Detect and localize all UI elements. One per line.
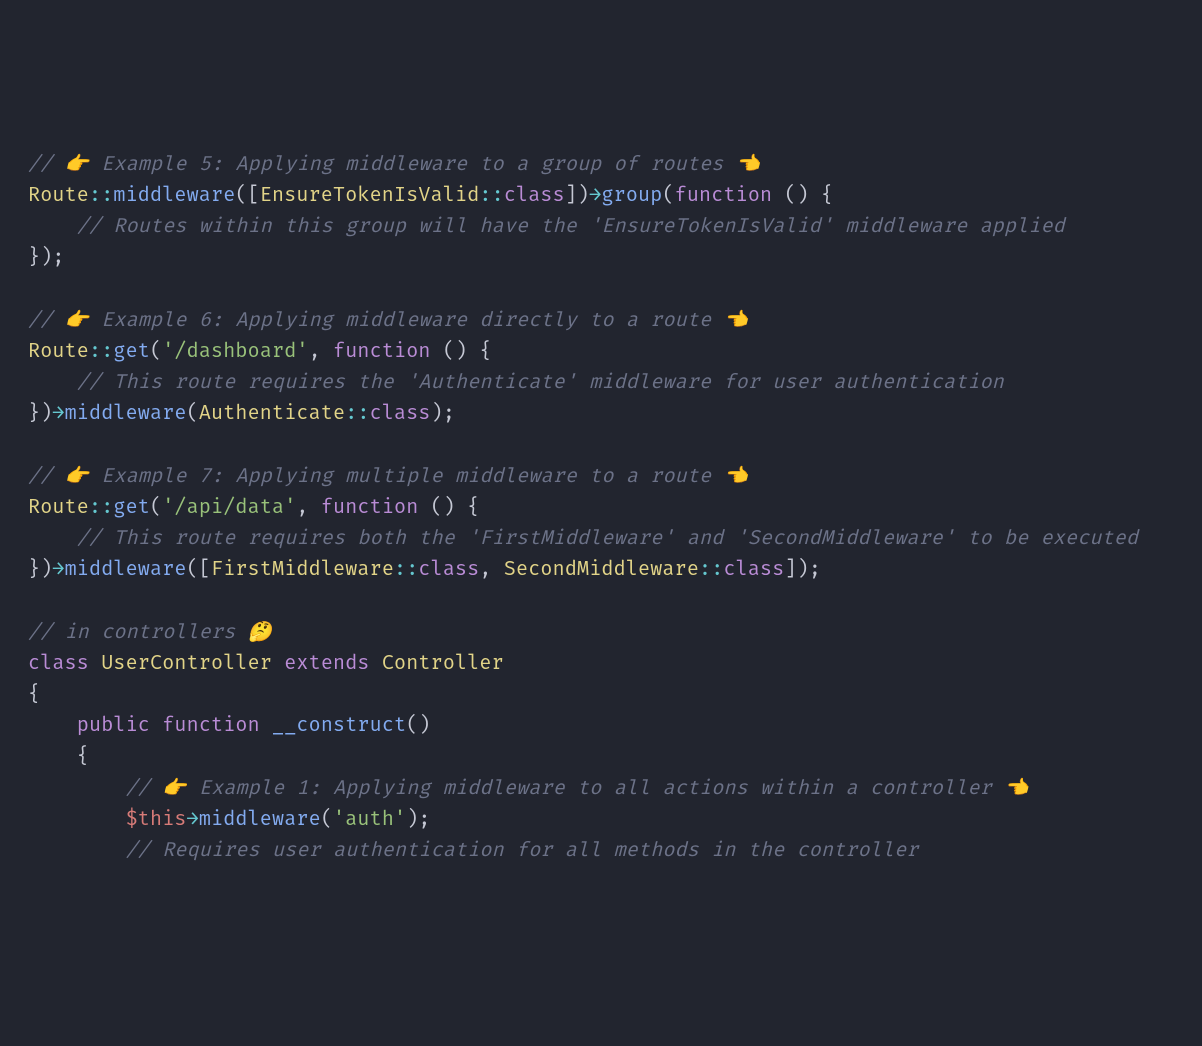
code-token: }) (28, 557, 52, 581)
code-token: ]) (565, 183, 589, 207)
code-token: // Requires user authentication for all … (126, 838, 919, 862)
code-token: → (589, 183, 601, 207)
code-token (370, 651, 382, 675)
code-token (28, 838, 126, 862)
code-token: :: (699, 557, 723, 581)
code-token: :: (89, 183, 113, 207)
code-token (28, 214, 77, 238)
code-token: __construct (272, 713, 406, 737)
code-token: → (52, 401, 64, 425)
code-token: function (333, 339, 431, 363)
code-token (28, 713, 77, 737)
code-token: // This route requires the 'Authenticate… (77, 370, 1004, 394)
code-token: :: (345, 401, 369, 425)
code-token: → (187, 807, 199, 831)
code-token: }) (28, 401, 52, 425)
code-token: ([ (235, 183, 259, 207)
code-token: // 👉 Example 6: Applying middleware dire… (28, 308, 748, 332)
code-token: , (296, 495, 320, 519)
code-token: function (675, 183, 773, 207)
code-token: // 👉 Example 5: Applying middleware to a… (28, 152, 760, 176)
code-token: , (309, 339, 333, 363)
code-token: // in controllers 🤔 (28, 620, 272, 644)
code-token (28, 526, 77, 550)
code-token: ( (187, 401, 199, 425)
code-token: Controller (382, 651, 504, 675)
code-token: extends (284, 651, 369, 675)
code-token: function (321, 495, 419, 519)
code-token: UserController (101, 651, 272, 675)
code-token: ( (150, 495, 162, 519)
code-token: '/dashboard' (162, 339, 308, 363)
code-token: EnsureTokenIsValid (260, 183, 480, 207)
code-token: , (479, 557, 503, 581)
code-token: :: (479, 183, 503, 207)
code-token: → (52, 557, 64, 581)
code-token: middleware (65, 557, 187, 581)
code-token: 'auth' (333, 807, 406, 831)
code-token: middleware (113, 183, 235, 207)
code-token: middleware (199, 807, 321, 831)
code-token: function (162, 713, 260, 737)
code-token: class (28, 651, 89, 675)
code-token: () { (772, 183, 833, 207)
code-token: }); (28, 245, 65, 269)
code-token (28, 370, 77, 394)
code-token: Route (28, 495, 89, 519)
code-token: Authenticate (199, 401, 345, 425)
code-token: // 👉 Example 1: Applying middleware to a… (126, 776, 1029, 800)
code-token: group (601, 183, 662, 207)
code-token: ( (662, 183, 674, 207)
code-token (272, 651, 284, 675)
code-token: () (406, 713, 430, 737)
code-token: FirstMiddleware (211, 557, 394, 581)
code-token: :: (89, 339, 113, 363)
code-token: SecondMiddleware (504, 557, 699, 581)
code-token: // Routes within this group will have th… (77, 214, 1065, 238)
code-token (89, 651, 101, 675)
code-token: $this (126, 807, 187, 831)
code-block: // 👉 Example 5: Applying middleware to a… (28, 149, 1174, 866)
code-token: { (28, 744, 89, 768)
code-token: class (370, 401, 431, 425)
code-token: get (113, 495, 150, 519)
code-token: class (504, 183, 565, 207)
code-token: () { (418, 495, 479, 519)
code-token: () { (431, 339, 492, 363)
code-token: :: (394, 557, 418, 581)
code-token (28, 807, 126, 831)
code-token (150, 713, 162, 737)
code-token: ( (150, 339, 162, 363)
code-token (28, 776, 126, 800)
code-token: ); (406, 807, 430, 831)
code-token: // This route requires both the 'FirstMi… (77, 526, 1138, 550)
code-token: { (28, 682, 40, 706)
code-token: public (77, 713, 150, 737)
code-token: class (723, 557, 784, 581)
code-token: middleware (65, 401, 187, 425)
code-token: :: (89, 495, 113, 519)
code-token: class (418, 557, 479, 581)
code-token (260, 713, 272, 737)
code-token: get (113, 339, 150, 363)
code-token: Route (28, 183, 89, 207)
code-token: Route (28, 339, 89, 363)
code-token: '/api/data' (162, 495, 296, 519)
code-token: ]); (784, 557, 821, 581)
code-token: // 👉 Example 7: Applying multiple middle… (28, 464, 748, 488)
code-token: ( (321, 807, 333, 831)
code-token: ); (431, 401, 455, 425)
code-token: ([ (187, 557, 211, 581)
